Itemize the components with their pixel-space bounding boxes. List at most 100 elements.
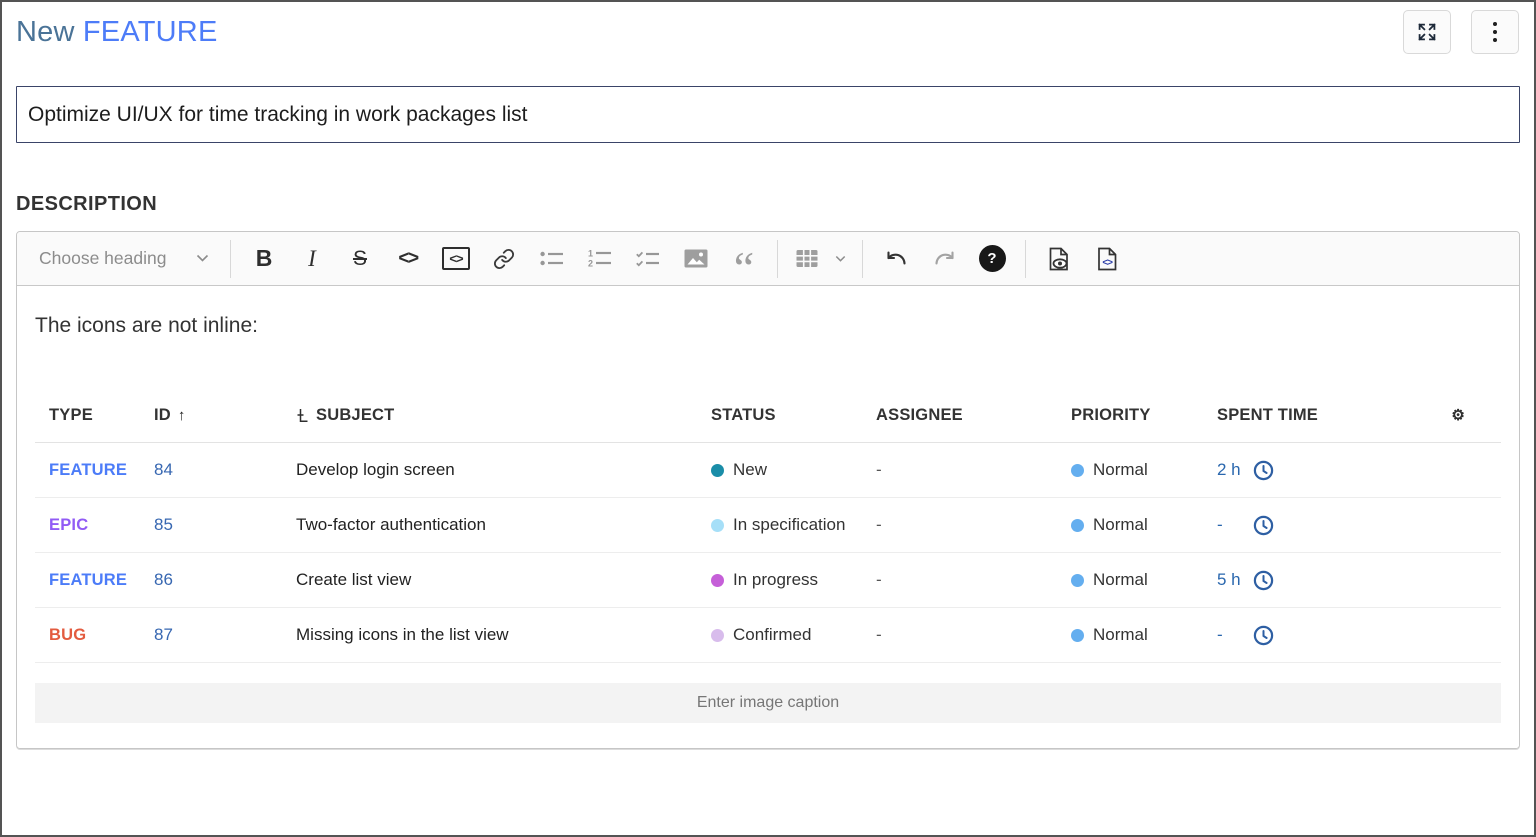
svg-text:2: 2 (588, 259, 593, 269)
table-row: BUG 87 Missing icons in the list view Co… (35, 608, 1501, 663)
toolbar-separator (777, 240, 778, 278)
column-subject: SUBJECT (296, 406, 711, 425)
embedded-image-work-package-table[interactable]: TYPE ID ↑ SUBJECT STATUS AS (35, 388, 1501, 723)
new-work-package-page: New FEATURE DESCRIPTION (0, 0, 1536, 837)
id-cell: 85 (154, 515, 296, 535)
column-assignee: ASSIGNEE (876, 406, 1071, 425)
code-block-icon: <> (442, 247, 469, 270)
priority-cell: Normal (1071, 625, 1217, 645)
block-quote-button[interactable]: “ (720, 239, 768, 279)
subject-cell: Develop login screen (296, 460, 711, 480)
table-header-row: TYPE ID ↑ SUBJECT STATUS AS (35, 388, 1501, 443)
svg-text:<>: <> (1102, 257, 1113, 268)
image-icon (684, 249, 708, 268)
assignee-cell: - (876, 625, 1071, 645)
page-header: New FEATURE (16, 8, 1520, 56)
link-button[interactable] (480, 239, 528, 279)
insert-image-button[interactable] (672, 239, 720, 279)
chevron-down-icon (835, 255, 846, 263)
todo-list-icon (636, 250, 660, 268)
table-dropdown-button[interactable] (827, 239, 853, 279)
subject-cell: Create list view (296, 570, 711, 590)
help-icon: ? (979, 245, 1006, 272)
redo-button[interactable] (920, 239, 968, 279)
column-type: TYPE (49, 406, 154, 425)
column-spent-time: SPENT TIME (1217, 406, 1405, 425)
priority-cell: Normal (1071, 570, 1217, 590)
spent-time-cell: - (1217, 625, 1405, 646)
bulleted-list-button[interactable] (528, 239, 576, 279)
status-dot (711, 464, 724, 477)
header-actions (1403, 10, 1519, 54)
clock-icon (1253, 625, 1274, 646)
status-dot (711, 629, 724, 642)
type-cell: EPIC (49, 516, 154, 535)
chevron-down-icon (196, 254, 209, 263)
description-editor: Choose heading B I S <> <> (16, 231, 1520, 749)
clock-icon (1253, 460, 1274, 481)
status-cell: In specification (711, 515, 876, 535)
source-code-icon: <> (1094, 247, 1120, 271)
bold-button[interactable]: B (240, 239, 288, 279)
priority-dot (1071, 629, 1084, 642)
column-priority: PRIORITY (1071, 406, 1217, 425)
view-source-button[interactable]: <> (1083, 239, 1131, 279)
image-caption-input[interactable]: Enter image caption (35, 683, 1501, 723)
spent-time-cell: 5 h (1217, 570, 1405, 591)
priority-cell: Normal (1071, 460, 1217, 480)
insert-table-button[interactable] (787, 239, 827, 279)
page-title-prefix: New (16, 16, 75, 48)
quote-icon: “ (734, 239, 754, 279)
expand-icon (1416, 21, 1438, 43)
toolbar-separator (1025, 240, 1026, 278)
subject-cell: Two-factor authentication (296, 515, 711, 535)
assignee-cell: - (876, 515, 1071, 535)
spent-time-cell: - (1217, 515, 1405, 536)
heading-dropdown[interactable]: Choose heading (31, 239, 221, 279)
editor-content-area[interactable]: The icons are not inline: TYPE ID ↑ (17, 286, 1519, 748)
numbered-list-button[interactable]: 1 2 (576, 239, 624, 279)
id-cell: 86 (154, 570, 296, 590)
status-cell: Confirmed (711, 625, 876, 645)
editor-help-button[interactable]: ? (968, 239, 1016, 279)
page-title-type: FEATURE (83, 16, 218, 48)
status-dot (711, 519, 724, 532)
undo-button[interactable] (872, 239, 920, 279)
priority-dot (1071, 464, 1084, 477)
strikethrough-button[interactable]: S (336, 239, 384, 279)
svg-text:1: 1 (588, 249, 593, 259)
code-block-button[interactable]: <> (432, 239, 480, 279)
column-id: ID ↑ (154, 406, 296, 425)
preview-button[interactable] (1035, 239, 1083, 279)
italic-button[interactable]: I (288, 239, 336, 279)
assignee-cell: - (876, 460, 1071, 480)
kebab-menu-icon (1493, 22, 1498, 43)
table-row: FEATURE 86 Create list view In progress … (35, 553, 1501, 608)
editor-toolbar: Choose heading B I S <> <> (17, 232, 1519, 286)
table-icon (796, 249, 818, 268)
sort-asc-icon: ↑ (178, 407, 186, 424)
priority-dot (1071, 574, 1084, 587)
table-row: EPIC 85 Two-factor authentication In spe… (35, 498, 1501, 553)
spent-time-cell: 2 h (1217, 460, 1405, 481)
preview-icon (1046, 247, 1072, 271)
redo-icon (932, 248, 957, 269)
priority-cell: Normal (1071, 515, 1217, 535)
id-cell: 84 (154, 460, 296, 480)
subject-input[interactable] (16, 86, 1520, 143)
bulleted-list-icon (540, 250, 564, 268)
status-cell: In progress (711, 570, 876, 590)
editor-paragraph[interactable]: The icons are not inline: (35, 314, 1501, 338)
subject-cell: Missing icons in the list view (296, 625, 711, 645)
assignee-cell: - (876, 570, 1071, 590)
id-cell: 87 (154, 625, 296, 645)
hierarchy-icon (296, 408, 309, 423)
inline-code-button[interactable]: <> (384, 239, 432, 279)
more-actions-button[interactable] (1471, 10, 1519, 54)
priority-dot (1071, 519, 1084, 532)
fullscreen-button[interactable] (1403, 10, 1451, 54)
status-dot (711, 574, 724, 587)
page-title: New FEATURE (16, 16, 217, 49)
todo-list-button[interactable] (624, 239, 672, 279)
undo-icon (884, 248, 909, 269)
